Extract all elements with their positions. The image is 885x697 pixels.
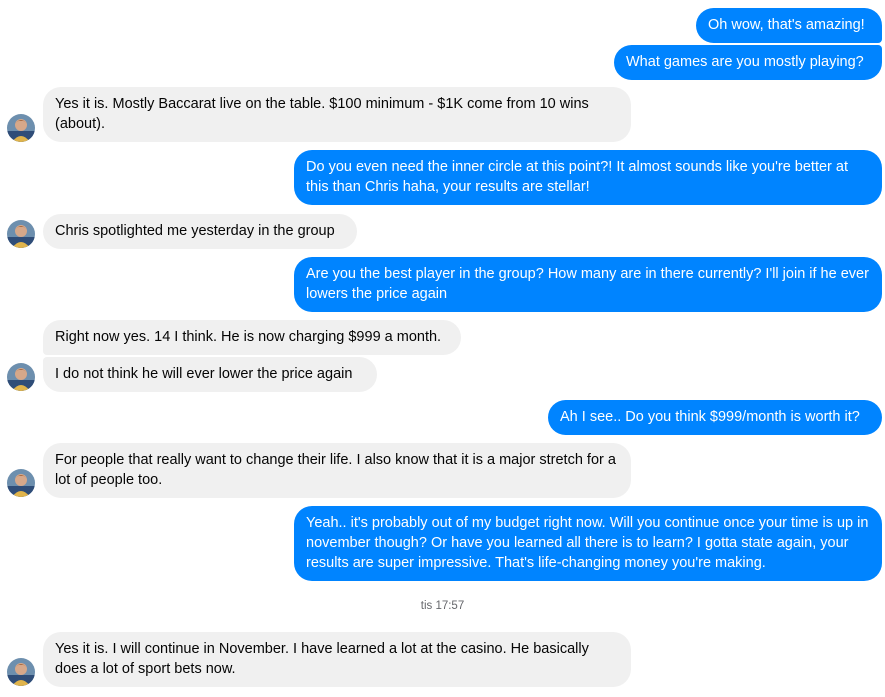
contact-avatar[interactable] bbox=[7, 469, 35, 497]
outgoing-message[interactable]: Ah I see.. Do you think $999/month is wo… bbox=[548, 400, 882, 435]
incoming-message[interactable]: I do not think he will ever lower the pr… bbox=[43, 357, 377, 392]
chat-thread: Oh wow, that's amazing! What games are y… bbox=[0, 0, 885, 697]
message-text: What games are you mostly playing? bbox=[626, 54, 864, 70]
avatar-photo-icon bbox=[7, 469, 35, 497]
message-text: I do not think he will ever lower the pr… bbox=[55, 366, 353, 382]
incoming-message[interactable]: Right now yes. 14 I think. He is now cha… bbox=[43, 320, 461, 355]
message-text: Yes it is. Mostly Baccarat live on the t… bbox=[55, 96, 589, 132]
message-text: Ah I see.. Do you think $999/month is wo… bbox=[560, 409, 860, 425]
avatar-photo-icon bbox=[7, 658, 35, 686]
message-text: Chris spotlighted me yesterday in the gr… bbox=[55, 223, 335, 239]
outgoing-message[interactable]: Are you the best player in the group? Ho… bbox=[294, 257, 882, 312]
contact-avatar[interactable] bbox=[7, 658, 35, 686]
contact-avatar[interactable] bbox=[7, 363, 35, 391]
outgoing-message[interactable]: Do you even need the inner circle at thi… bbox=[294, 150, 882, 205]
incoming-message[interactable]: Yes it is. I will continue in November. … bbox=[43, 632, 631, 687]
message-timestamp: tis 17:57 bbox=[420, 600, 465, 612]
contact-avatar[interactable] bbox=[7, 114, 35, 142]
outgoing-message[interactable]: Yeah.. it's probably out of my budget ri… bbox=[294, 506, 882, 581]
avatar-photo-icon bbox=[7, 363, 35, 391]
message-text: Are you the best player in the group? Ho… bbox=[306, 266, 869, 302]
message-text: Yeah.. it's probably out of my budget ri… bbox=[306, 515, 869, 571]
outgoing-message[interactable]: What games are you mostly playing? bbox=[614, 45, 882, 80]
message-text: Do you even need the inner circle at thi… bbox=[306, 159, 848, 195]
incoming-message[interactable]: Yes it is. Mostly Baccarat live on the t… bbox=[43, 87, 631, 142]
avatar-photo-icon bbox=[7, 220, 35, 248]
incoming-message[interactable]: For people that really want to change th… bbox=[43, 443, 631, 498]
incoming-message[interactable]: Chris spotlighted me yesterday in the gr… bbox=[43, 214, 357, 249]
message-text: Yes it is. I will continue in November. … bbox=[55, 641, 589, 677]
message-text: Right now yes. 14 I think. He is now cha… bbox=[55, 329, 442, 345]
outgoing-message[interactable]: Oh wow, that's amazing! bbox=[696, 8, 882, 43]
message-text: For people that really want to change th… bbox=[55, 452, 616, 488]
message-text: Oh wow, that's amazing! bbox=[708, 17, 865, 33]
avatar-photo-icon bbox=[7, 114, 35, 142]
contact-avatar[interactable] bbox=[7, 220, 35, 248]
